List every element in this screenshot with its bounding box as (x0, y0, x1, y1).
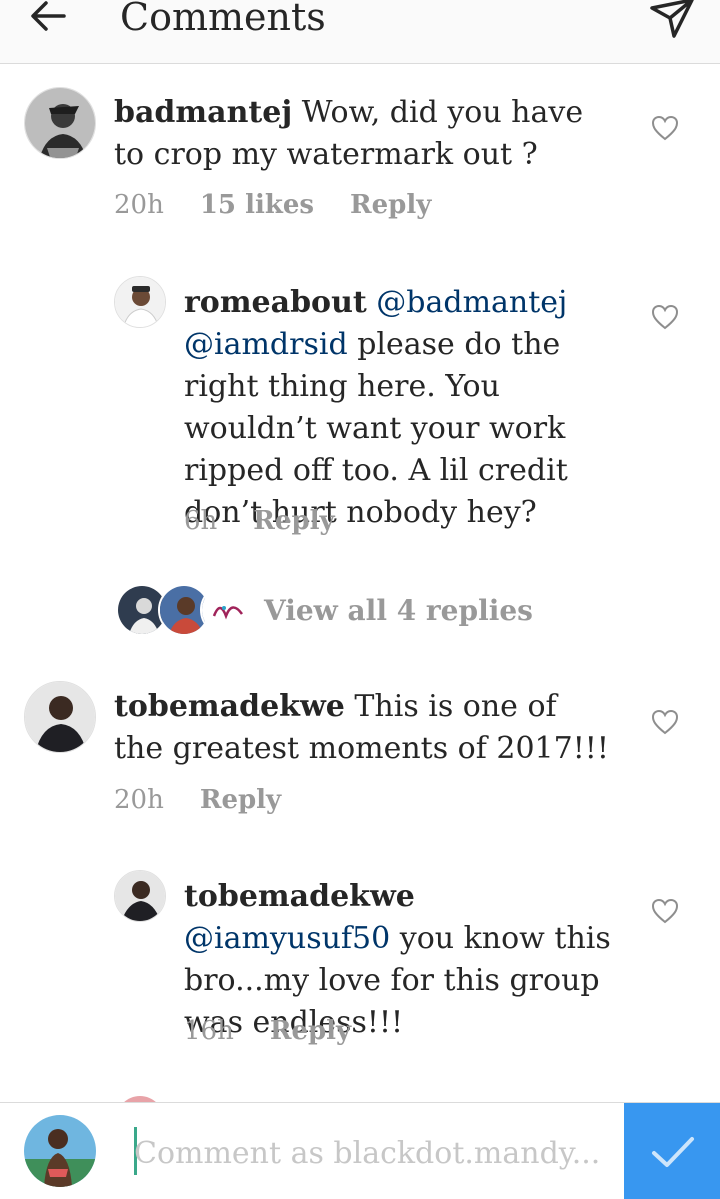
mention-link[interactable]: @iamyusuf50 (184, 921, 390, 956)
comment-timestamp: 6h (184, 506, 218, 536)
mention-link[interactable]: @iamdrsid (184, 327, 348, 362)
post-comment-button[interactable] (624, 1103, 720, 1199)
heart-icon[interactable] (651, 898, 679, 924)
comment-username[interactable]: tobemadekwe (114, 689, 345, 724)
mention-link[interactable]: @badmantej (376, 285, 567, 320)
view-replies-label: View all 4 replies (264, 594, 533, 627)
send-button[interactable] (648, 0, 696, 38)
back-button[interactable] (28, 0, 68, 36)
checkmark-icon (652, 1137, 694, 1167)
avatar[interactable] (114, 276, 166, 328)
avatar (200, 584, 252, 636)
header-bar: Comments (0, 0, 720, 64)
comment-timestamp: 20h (114, 785, 164, 815)
comment-timestamp: 16h (184, 1016, 234, 1046)
avatar[interactable] (24, 681, 96, 753)
comment-input[interactable] (134, 1131, 604, 1175)
comment-composer (0, 1102, 720, 1199)
comment-username[interactable]: romeabout (184, 285, 367, 320)
paper-plane-icon (650, 0, 694, 38)
avatar[interactable] (114, 870, 166, 922)
avatar (24, 1115, 96, 1187)
comment-timestamp: 20h (114, 190, 164, 220)
heart-icon[interactable] (651, 115, 679, 141)
comment-username[interactable]: tobemadekwe (184, 879, 415, 914)
reply-button[interactable]: Reply (200, 785, 281, 815)
page-title: Comments (120, 0, 326, 39)
avatar[interactable] (24, 87, 96, 159)
heart-icon[interactable] (651, 304, 679, 330)
arrow-left-icon (31, 1, 66, 31)
reply-button[interactable]: Reply (270, 1016, 351, 1046)
reply-button[interactable]: Reply (350, 190, 431, 220)
heart-icon[interactable] (651, 709, 679, 735)
likes-count[interactable]: 15 likes (200, 190, 314, 220)
view-all-replies-button[interactable]: View all 4 replies (116, 584, 533, 640)
comment-username[interactable]: badmantej (114, 95, 292, 130)
reply-button[interactable]: Reply (253, 506, 334, 536)
